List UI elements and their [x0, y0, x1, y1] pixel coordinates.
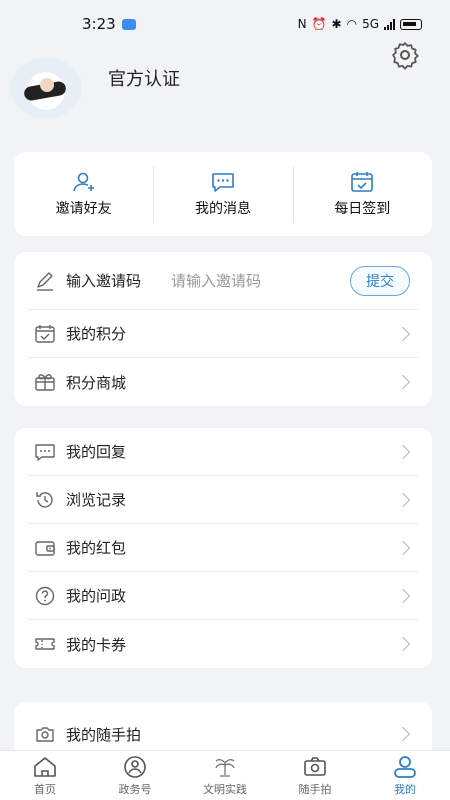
list-item-my-coupons[interactable]: 我的卡券 — [28, 620, 418, 668]
cloud-icon — [121, 18, 136, 30]
reply-icon — [35, 443, 55, 461]
list-item-label: 我的卡券 — [66, 635, 127, 654]
mall-icon — [35, 374, 55, 391]
bottom-tab-bar: 首页 政务号 文明实践 随手拍 我的 — [0, 750, 450, 800]
list-item-points-mall[interactable]: 积分商城 — [28, 358, 418, 406]
chevron-right-icon — [395, 636, 411, 652]
profile-header[interactable]: 官方认证 — [10, 58, 180, 118]
question-icon — [35, 586, 55, 605]
tab-label: 政务号 — [118, 782, 152, 796]
wallet-icon — [35, 540, 55, 556]
points-card: 输入邀请码 提交 我的积分 积分商城 — [14, 252, 432, 406]
camera-tab-icon — [304, 756, 326, 776]
status-left: 3:23 — [82, 15, 136, 33]
chevron-right-icon — [395, 588, 411, 603]
tab-label: 首页 — [34, 782, 56, 796]
list-item-label: 我的回复 — [66, 443, 127, 461]
list-item-my-replies[interactable]: 我的回复 — [28, 428, 418, 476]
tab-label: 随手拍 — [298, 782, 332, 796]
signal-icon — [384, 18, 395, 30]
camera-icon — [36, 727, 54, 742]
chevron-right-icon — [395, 374, 411, 390]
tab-mine[interactable]: 我的 — [360, 751, 450, 800]
chevron-right-icon — [395, 726, 411, 742]
nfc-icon: N — [297, 17, 307, 31]
list-item-label: 我的随手拍 — [66, 725, 142, 744]
status-time: 3:23 — [82, 15, 116, 33]
message-icon — [212, 172, 234, 192]
chevron-right-icon — [395, 492, 411, 507]
submit-button[interactable]: 提交 — [350, 265, 410, 296]
pen-icon — [37, 271, 53, 291]
alarm-icon: ⏰ — [311, 17, 327, 31]
tab-gov-account[interactable]: 政务号 — [90, 751, 180, 800]
civilization-icon — [215, 758, 235, 777]
points-icon — [35, 324, 55, 343]
quick-action-label: 我的消息 — [194, 200, 251, 217]
tab-label: 文明实践 — [203, 782, 247, 796]
list-item-my-inquiries[interactable]: 我的问政 — [28, 572, 418, 620]
invite-code-input[interactable] — [171, 271, 322, 290]
chevron-right-icon — [395, 444, 411, 459]
quick-action-label: 邀请好友 — [55, 200, 112, 217]
add-user-icon — [72, 172, 94, 191]
coupon-icon — [35, 638, 55, 650]
list-item-label: 我的积分 — [66, 325, 127, 343]
history-icon — [36, 491, 53, 508]
list-item-label: 我的问政 — [66, 587, 127, 605]
profile-name: 官方认证 — [108, 69, 180, 90]
quick-actions-card: 邀请好友 我的消息 每日签到 — [14, 152, 432, 236]
status-bar: 3:23 N ⏰ ✱ ◠ 5G — [0, 0, 450, 48]
list-item-red-packet[interactable]: 我的红包 — [28, 524, 418, 572]
tab-civilization-practice[interactable]: 文明实践 — [180, 751, 270, 800]
list-item-label: 积分商城 — [66, 373, 127, 392]
daily-checkin-button[interactable]: 每日签到 — [292, 152, 432, 236]
battery-icon — [400, 18, 422, 30]
chevron-right-icon — [395, 540, 411, 555]
tab-snapshot[interactable]: 随手拍 — [270, 751, 360, 800]
activity-card: 我的回复 浏览记录 我的红包 我的问政 我的卡券 — [14, 428, 432, 668]
my-messages-button[interactable]: 我的消息 — [153, 152, 292, 236]
wifi-icon: ◠ — [346, 17, 358, 31]
list-item-browse-history[interactable]: 浏览记录 — [28, 476, 418, 524]
list-item-my-points[interactable]: 我的积分 — [28, 310, 418, 358]
quick-action-label: 每日签到 — [334, 200, 391, 217]
tab-home[interactable]: 首页 — [0, 751, 90, 800]
profile-icon — [394, 755, 416, 778]
gear-icon[interactable] — [390, 40, 420, 70]
bluetooth-icon: ✱ — [331, 17, 342, 31]
calendar-checkin-icon — [351, 171, 374, 192]
list-item-label: 浏览记录 — [66, 491, 127, 509]
invite-code-row: 输入邀请码 提交 — [28, 252, 418, 310]
tab-label: 我的 — [394, 782, 416, 796]
network-label: 5G — [362, 17, 379, 31]
status-right: N ⏰ ✱ ◠ 5G — [298, 17, 422, 31]
avatar[interactable] — [10, 58, 82, 118]
gov-account-icon — [124, 755, 146, 778]
snapshot-card: 我的随手拍 — [14, 702, 432, 750]
invite-friends-button[interactable]: 邀请好友 — [14, 152, 153, 236]
chevron-right-icon — [395, 326, 411, 341]
list-item-label: 我的红包 — [66, 539, 127, 557]
home-icon — [34, 756, 56, 777]
invite-code-label: 输入邀请码 — [66, 272, 142, 290]
